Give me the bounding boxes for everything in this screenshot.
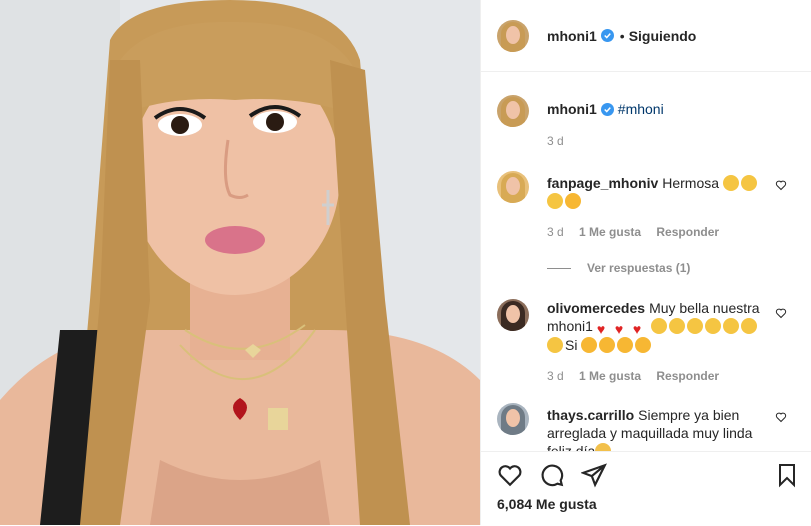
post-header: mhoni1 • Siguiendo	[481, 0, 811, 72]
comment-time: 3 d	[547, 225, 564, 239]
clap-emoji	[650, 318, 667, 334]
likes-count[interactable]: 6,084 Me gusta	[481, 488, 811, 512]
post-sidebar: mhoni1 • Siguiendo mhoni1 #mhoni 3 d fan…	[480, 0, 811, 525]
star-struck-emoji	[635, 337, 652, 353]
comment-item: thays.carrillo Siempre ya bien arreglada …	[481, 403, 811, 451]
comment-item: olivomercedes Muy bella nuestra mhoni1 ♥ ♥…	[481, 299, 811, 385]
heart-emoji: ♥	[596, 321, 606, 337]
post-photo[interactable]	[0, 0, 480, 525]
author-avatar[interactable]	[497, 19, 529, 52]
view-replies-label: Ver respuestas (1)	[587, 261, 691, 275]
reply-button[interactable]: Responder	[656, 225, 719, 239]
clap-emoji	[722, 318, 739, 334]
caption-time: 3 d	[547, 134, 564, 148]
verified-badge-icon	[600, 29, 614, 42]
clap-emoji	[704, 318, 721, 334]
verified-badge-icon	[600, 103, 614, 116]
comment-suffix: Si	[565, 337, 578, 353]
hashtag-link[interactable]: #mhoni	[618, 101, 664, 117]
bookmark-icon[interactable]	[775, 462, 799, 488]
raised-hands-emoji	[595, 443, 612, 451]
commenter-username[interactable]: thays.carrillo	[547, 407, 634, 423]
comment-likes[interactable]: 1 Me gusta	[579, 225, 641, 239]
clap-emoji	[722, 175, 739, 191]
caption: mhoni1 #mhoni 3 d	[481, 73, 811, 150]
comment-icon[interactable]	[539, 462, 565, 488]
clap-emoji	[668, 318, 685, 334]
paper-plane-icon[interactable]	[581, 462, 607, 488]
commenter-avatar[interactable]	[497, 403, 529, 435]
clap-emoji	[740, 175, 757, 191]
instagram-post: mhoni1 • Siguiendo mhoni1 #mhoni 3 d fan…	[0, 0, 811, 525]
comments-list[interactable]: mhoni1 #mhoni 3 d fanpage_mhoniv Hermosa 3…	[481, 73, 811, 451]
comment-like-heart-icon[interactable]	[775, 411, 787, 423]
comment-time: 3 d	[547, 369, 564, 383]
commenter-avatar[interactable]	[497, 299, 529, 331]
commenter-avatar[interactable]	[497, 171, 529, 203]
separator-dot: •	[619, 27, 625, 44]
comment-text: Hermosa	[662, 175, 720, 191]
comment-item: fanpage_mhoniv Hermosa 3 d 1 Me gusta Res…	[481, 171, 811, 241]
heart-emoji: ♥	[632, 321, 642, 337]
following-button[interactable]: Siguiendo	[629, 28, 697, 44]
portrait-image	[0, 0, 480, 525]
clap-emoji	[547, 193, 563, 209]
replies-line	[547, 267, 571, 269]
reply-button[interactable]: Responder	[656, 369, 719, 383]
commenter-username[interactable]: fanpage_mhoniv	[547, 175, 658, 191]
star-struck-emoji	[617, 337, 634, 353]
clap-emoji	[547, 337, 563, 353]
comment-like-heart-icon[interactable]	[775, 307, 787, 319]
caption-username[interactable]: mhoni1	[547, 101, 597, 117]
commenter-username[interactable]: olivomercedes	[547, 300, 645, 316]
star-struck-emoji	[581, 337, 598, 353]
heart-outline-icon[interactable]	[497, 462, 523, 488]
caption-avatar[interactable]	[497, 95, 529, 127]
view-replies-button[interactable]: Ver respuestas (1)	[547, 261, 811, 275]
clap-emoji	[740, 318, 757, 334]
comment-likes[interactable]: 1 Me gusta	[579, 369, 641, 383]
star-struck-emoji	[599, 337, 616, 353]
star-struck-emoji	[565, 193, 581, 209]
clap-emoji	[686, 318, 703, 334]
author-username[interactable]: mhoni1	[547, 28, 597, 44]
comment-like-heart-icon[interactable]	[775, 179, 787, 191]
post-actions: 6,084 Me gusta	[481, 451, 811, 526]
heart-emoji: ♥	[614, 321, 624, 337]
